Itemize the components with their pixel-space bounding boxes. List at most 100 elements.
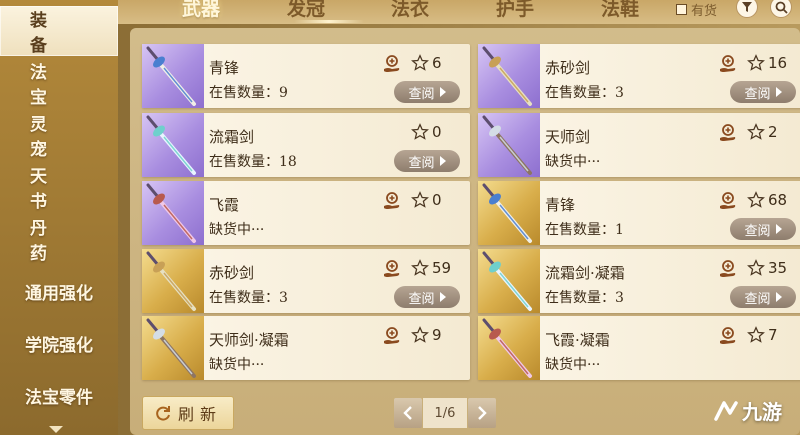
page-indicator: 1/6 [423, 398, 467, 428]
tab-headwear[interactable]: 发冠 [261, 0, 351, 22]
equipment-type-tabs: 武器 发冠 法衣 护手 法鞋 有货 [118, 0, 800, 24]
item-stock-status: 缺货中··· [209, 222, 265, 238]
favorite-star-icon[interactable] [411, 123, 429, 141]
filter-button[interactable] [736, 0, 758, 18]
bid-hand-icon[interactable] [382, 326, 402, 346]
favorite-count: 9 [432, 326, 442, 344]
sidebar-item-treasure-parts[interactable]: 法宝零件 [0, 370, 118, 420]
view-button-label: 查阅 [744, 223, 771, 239]
item-card[interactable]: 赤砂剑 在售数量：3 16 查阅 [478, 44, 800, 108]
view-button[interactable]: 查阅 [730, 81, 796, 103]
favorite-star-icon[interactable] [747, 54, 765, 72]
favorite-star-icon[interactable] [411, 191, 429, 209]
sidebar-item-general-enhance[interactable]: 通用强化 [0, 266, 118, 316]
favorite-star-icon[interactable] [411, 54, 429, 72]
item-card[interactable]: 飞霞·凝霜 缺货中··· 7 [478, 316, 800, 380]
search-icon [775, 1, 788, 14]
tab-weapon[interactable]: 武器 [156, 0, 246, 22]
item-card[interactable]: 青锋 在售数量：1 68 查阅 [478, 181, 800, 245]
sidebar-item-spirit-pet[interactable]: 灵宠 [0, 110, 118, 160]
view-button-label: 查阅 [744, 86, 771, 102]
favorite-star-icon[interactable] [411, 326, 429, 344]
weapon-thumbnail [142, 181, 204, 245]
favorite-star-icon[interactable] [747, 191, 765, 209]
sword-icon [146, 46, 196, 106]
bid-hand-icon[interactable] [382, 54, 402, 74]
item-stock-status: 在售数量：18 [209, 154, 297, 170]
view-button[interactable]: 查阅 [394, 286, 460, 308]
favorite-count: 7 [768, 326, 778, 344]
favorite-star-icon[interactable] [411, 259, 429, 277]
item-stock-status: 在售数量：1 [545, 222, 624, 238]
item-name: 流霜剑·凝霜 [545, 264, 625, 282]
bid-hand-icon[interactable] [718, 123, 738, 143]
item-stock-status: 在售数量：3 [209, 290, 288, 306]
item-card[interactable]: 天师剑·凝霜 缺货中··· 9 [142, 316, 470, 380]
favorite-count: 16 [768, 54, 788, 72]
bid-hand-icon[interactable] [382, 191, 402, 211]
view-button[interactable]: 查阅 [394, 150, 460, 172]
bid-hand-icon[interactable] [718, 54, 738, 74]
tab-robe[interactable]: 法衣 [365, 0, 455, 22]
item-name: 天师剑·凝霜 [209, 331, 289, 349]
item-card[interactable]: 青锋 在售数量：9 6 查阅 [142, 44, 470, 108]
sword-icon [146, 318, 196, 378]
sidebar-item-equipment[interactable]: 装备 [0, 6, 118, 56]
view-button[interactable]: 查阅 [730, 286, 796, 308]
item-card[interactable]: 流霜剑 在售数量：18 0 查阅 [142, 113, 470, 177]
refresh-button[interactable]: 刷新 [142, 396, 234, 430]
item-stock-status: 缺货中··· [209, 357, 265, 373]
item-name: 青锋 [209, 59, 240, 77]
weapon-thumbnail [142, 249, 204, 313]
favorite-star-icon[interactable] [747, 259, 765, 277]
sword-icon [482, 46, 532, 106]
tab-gloves[interactable]: 护手 [470, 0, 560, 22]
sword-icon [482, 251, 532, 311]
in-stock-checkbox[interactable] [676, 4, 687, 15]
in-stock-filter[interactable]: 有货 [676, 0, 717, 19]
favorite-star-icon[interactable] [747, 123, 765, 141]
sidebar-item-elixir[interactable]: 丹药 [0, 214, 118, 264]
item-name: 赤砂剑 [209, 264, 255, 282]
favorite-count: 2 [768, 123, 778, 141]
item-name: 青锋 [545, 196, 576, 214]
item-name: 飞霞 [209, 196, 240, 214]
sword-icon [482, 318, 532, 378]
weapon-thumbnail [142, 44, 204, 108]
search-button[interactable] [770, 0, 792, 18]
favorite-count: 35 [768, 259, 788, 277]
favorite-count: 6 [432, 54, 442, 72]
sword-icon [146, 251, 196, 311]
next-page-button[interactable] [468, 398, 496, 428]
nine-game-logo-icon [714, 400, 738, 421]
item-stock-status: 在售数量：3 [545, 85, 624, 101]
item-card[interactable]: 赤砂剑 在售数量：3 59 查阅 [142, 249, 470, 313]
view-button[interactable]: 查阅 [730, 218, 796, 240]
item-name: 飞霞·凝霜 [545, 331, 610, 349]
tab-shoes[interactable]: 法鞋 [575, 0, 665, 22]
sidebar-item-academy-enhance[interactable]: 学院强化 [0, 318, 118, 368]
bid-hand-icon[interactable] [718, 191, 738, 211]
funnel-icon [742, 2, 752, 12]
favorite-star-icon[interactable] [747, 326, 765, 344]
play-arrow-icon [775, 87, 782, 97]
view-button-label: 查阅 [408, 86, 435, 102]
sidebar-item-heavenly-book[interactable]: 天书 [0, 162, 118, 212]
prev-page-button[interactable] [394, 398, 422, 428]
in-stock-label: 有货 [691, 4, 718, 19]
bid-hand-icon[interactable] [718, 326, 738, 346]
item-card[interactable]: 流霜剑·凝霜 在售数量：3 35 查阅 [478, 249, 800, 313]
item-name: 流霜剑 [209, 128, 255, 146]
sidebar-item-magic-treasure[interactable]: 法宝 [0, 58, 118, 108]
item-card[interactable]: 飞霞 缺货中··· 0 [142, 181, 470, 245]
weapon-thumbnail [142, 113, 204, 177]
item-card[interactable]: 天师剑 缺货中··· 2 [478, 113, 800, 177]
item-stock-status: 缺货中··· [545, 154, 601, 170]
sword-icon [146, 183, 196, 243]
play-arrow-icon [439, 292, 446, 302]
bid-hand-icon[interactable] [382, 259, 402, 279]
category-sidebar: 装备 法宝 灵宠 天书 丹药 通用强化 学院强化 法宝零件 [0, 0, 118, 435]
weapon-thumbnail [478, 249, 540, 313]
view-button[interactable]: 查阅 [394, 81, 460, 103]
bid-hand-icon[interactable] [718, 259, 738, 279]
